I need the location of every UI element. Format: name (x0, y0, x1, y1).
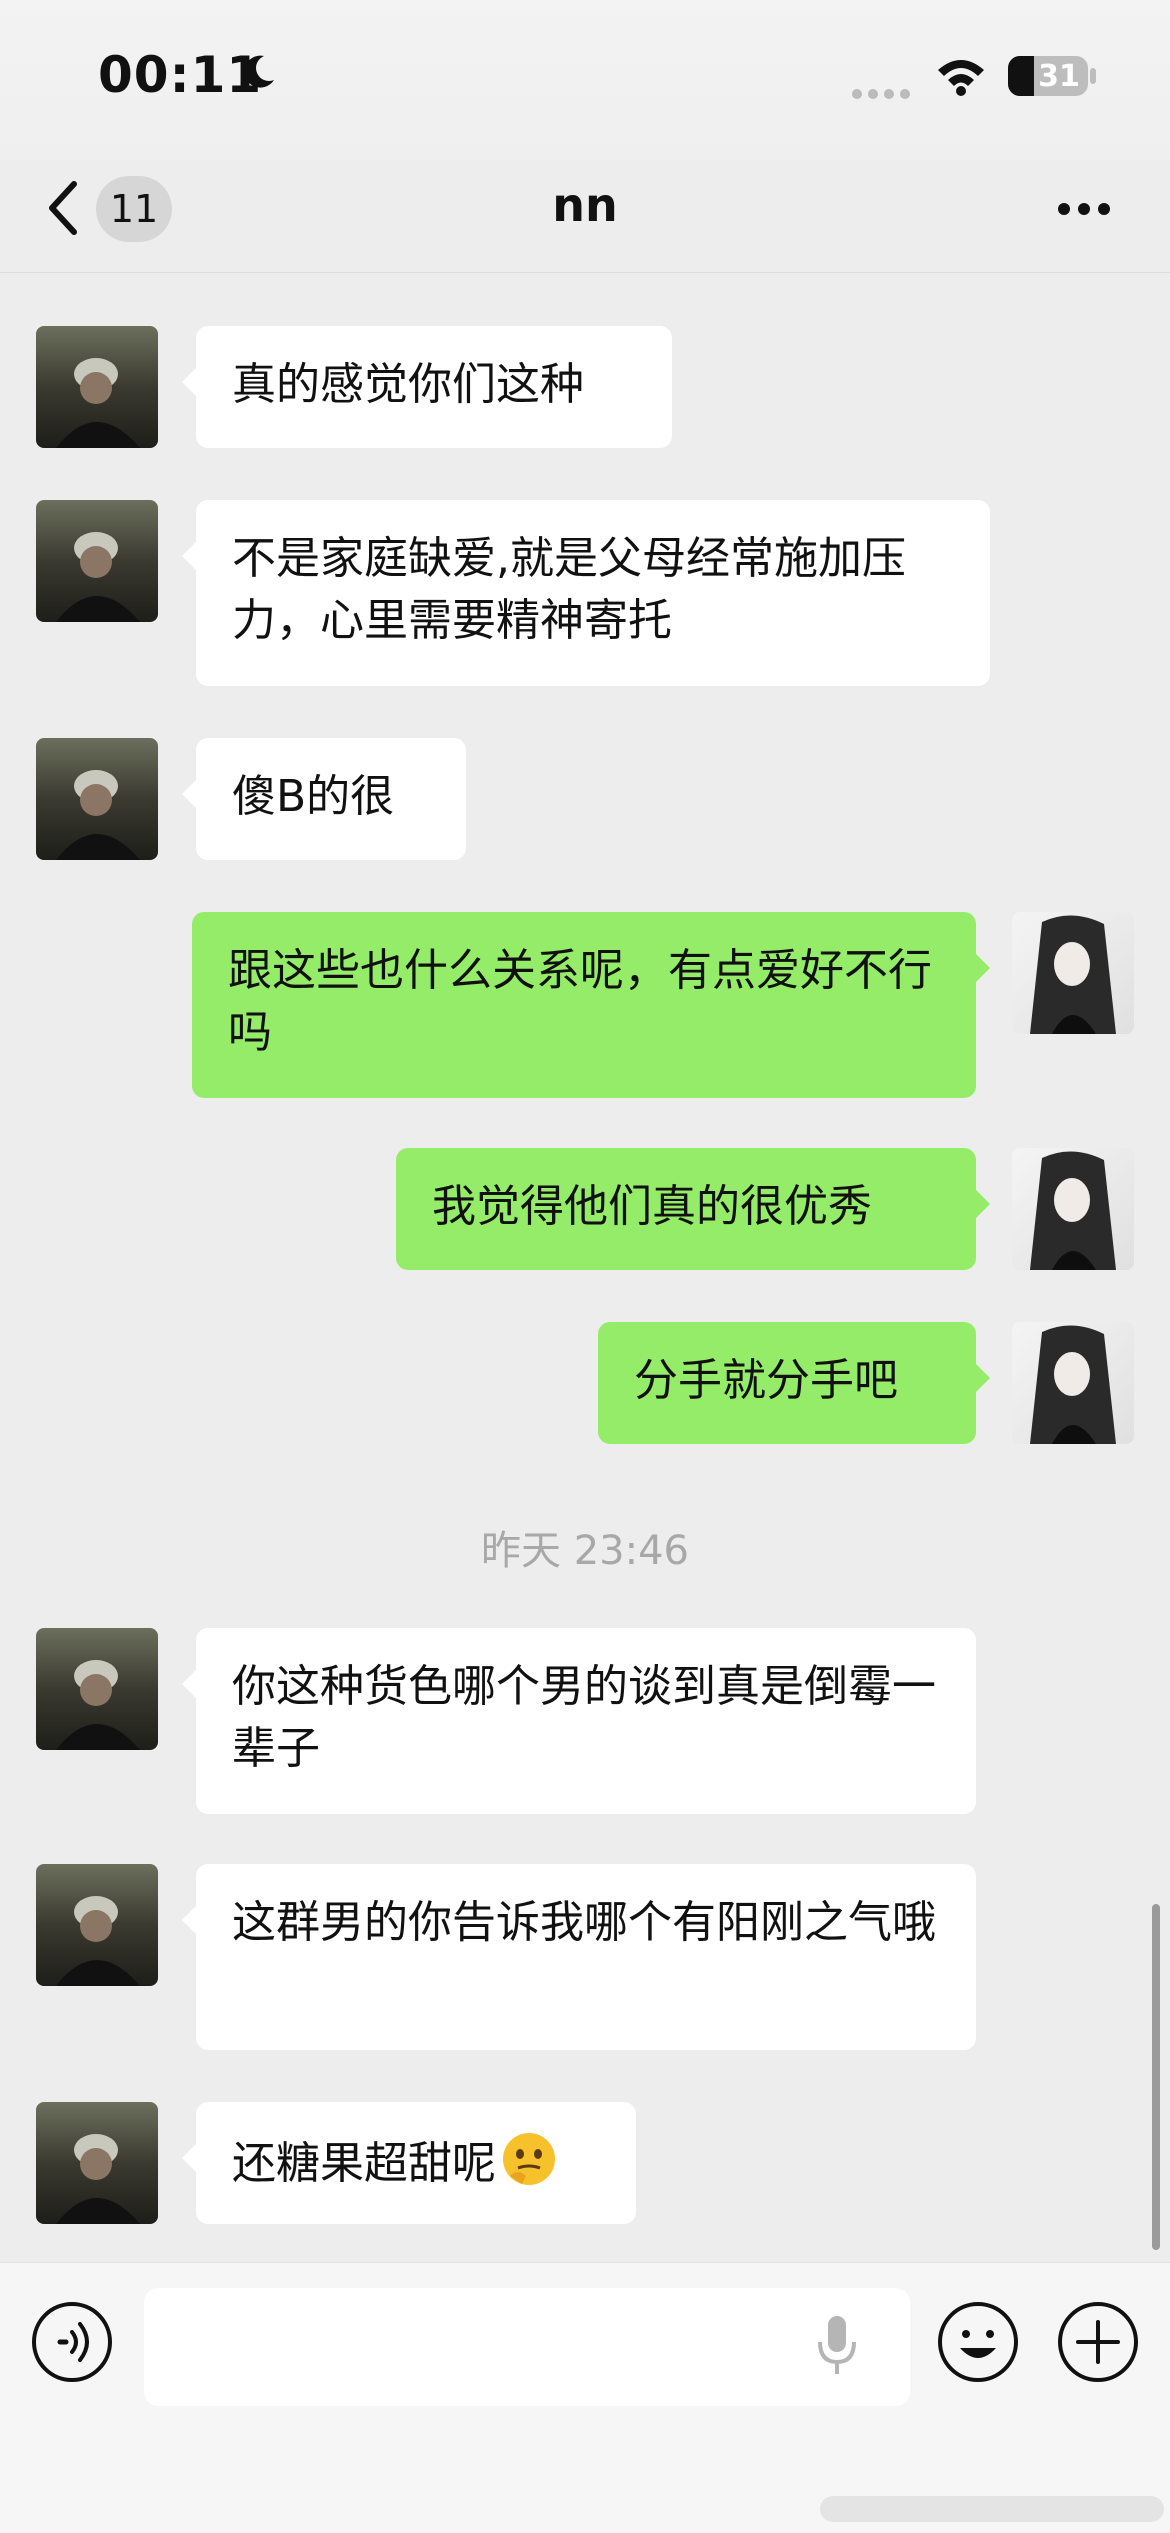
message-text: 还糖果超甜呢 (232, 2138, 496, 2189)
thinking-face-icon (503, 2133, 555, 2185)
home-indicator (820, 2496, 1164, 2522)
microphone-icon[interactable] (814, 2314, 860, 2378)
moon-icon (244, 55, 274, 88)
outgoing-message-bubble: 跟这些也什么关系呢，有点爱好不行吗 (192, 912, 990, 1098)
outgoing-message-bubble: 我觉得他们真的很优秀 (396, 1148, 990, 1270)
battery-level: 31 (1038, 59, 1080, 94)
user-avatar[interactable] (1012, 912, 1134, 1034)
scrollbar[interactable] (1152, 1904, 1160, 2250)
incoming-message-bubble: 这群男的你告诉我哪个有阳刚之气哦 (182, 1864, 976, 2050)
chat-title: nn (552, 178, 618, 232)
incoming-message-bubble: 真的感觉你们这种 (182, 326, 672, 448)
battery-tip (1090, 68, 1096, 84)
more-icon[interactable] (1058, 200, 1118, 216)
contact-avatar[interactable] (36, 738, 158, 860)
contact-avatar[interactable] (36, 1864, 158, 1986)
emoji-icon[interactable] (936, 2300, 1020, 2384)
wifi-icon (938, 60, 984, 96)
message-timestamp: 昨天 23:46 (481, 1528, 689, 1574)
voice-icon[interactable] (30, 2300, 114, 2384)
contact-avatar[interactable] (36, 1628, 158, 1750)
user-avatar[interactable] (1012, 1148, 1134, 1270)
cellular-signal-icon (852, 84, 916, 103)
message-input[interactable] (144, 2288, 910, 2406)
contact-avatar[interactable] (36, 326, 158, 448)
incoming-message-bubble: 傻B的很 (182, 738, 466, 860)
user-avatar[interactable] (1012, 1322, 1134, 1444)
incoming-message-bubble: 你这种货色哪个男的谈到真是倒霉一辈子 (182, 1628, 976, 1814)
contact-avatar[interactable] (36, 500, 158, 622)
incoming-message-bubble: 还糖果超甜呢 (182, 2102, 636, 2224)
battery-icon: 31 (1008, 56, 1088, 96)
outgoing-message-bubble: 分手就分手吧 (598, 1322, 990, 1444)
contact-avatar[interactable] (36, 2102, 158, 2224)
plus-icon[interactable] (1056, 2300, 1140, 2384)
incoming-message-bubble: 不是家庭缺爱,就是父母经常施加压力，心里需要精神寄托 (182, 500, 990, 686)
